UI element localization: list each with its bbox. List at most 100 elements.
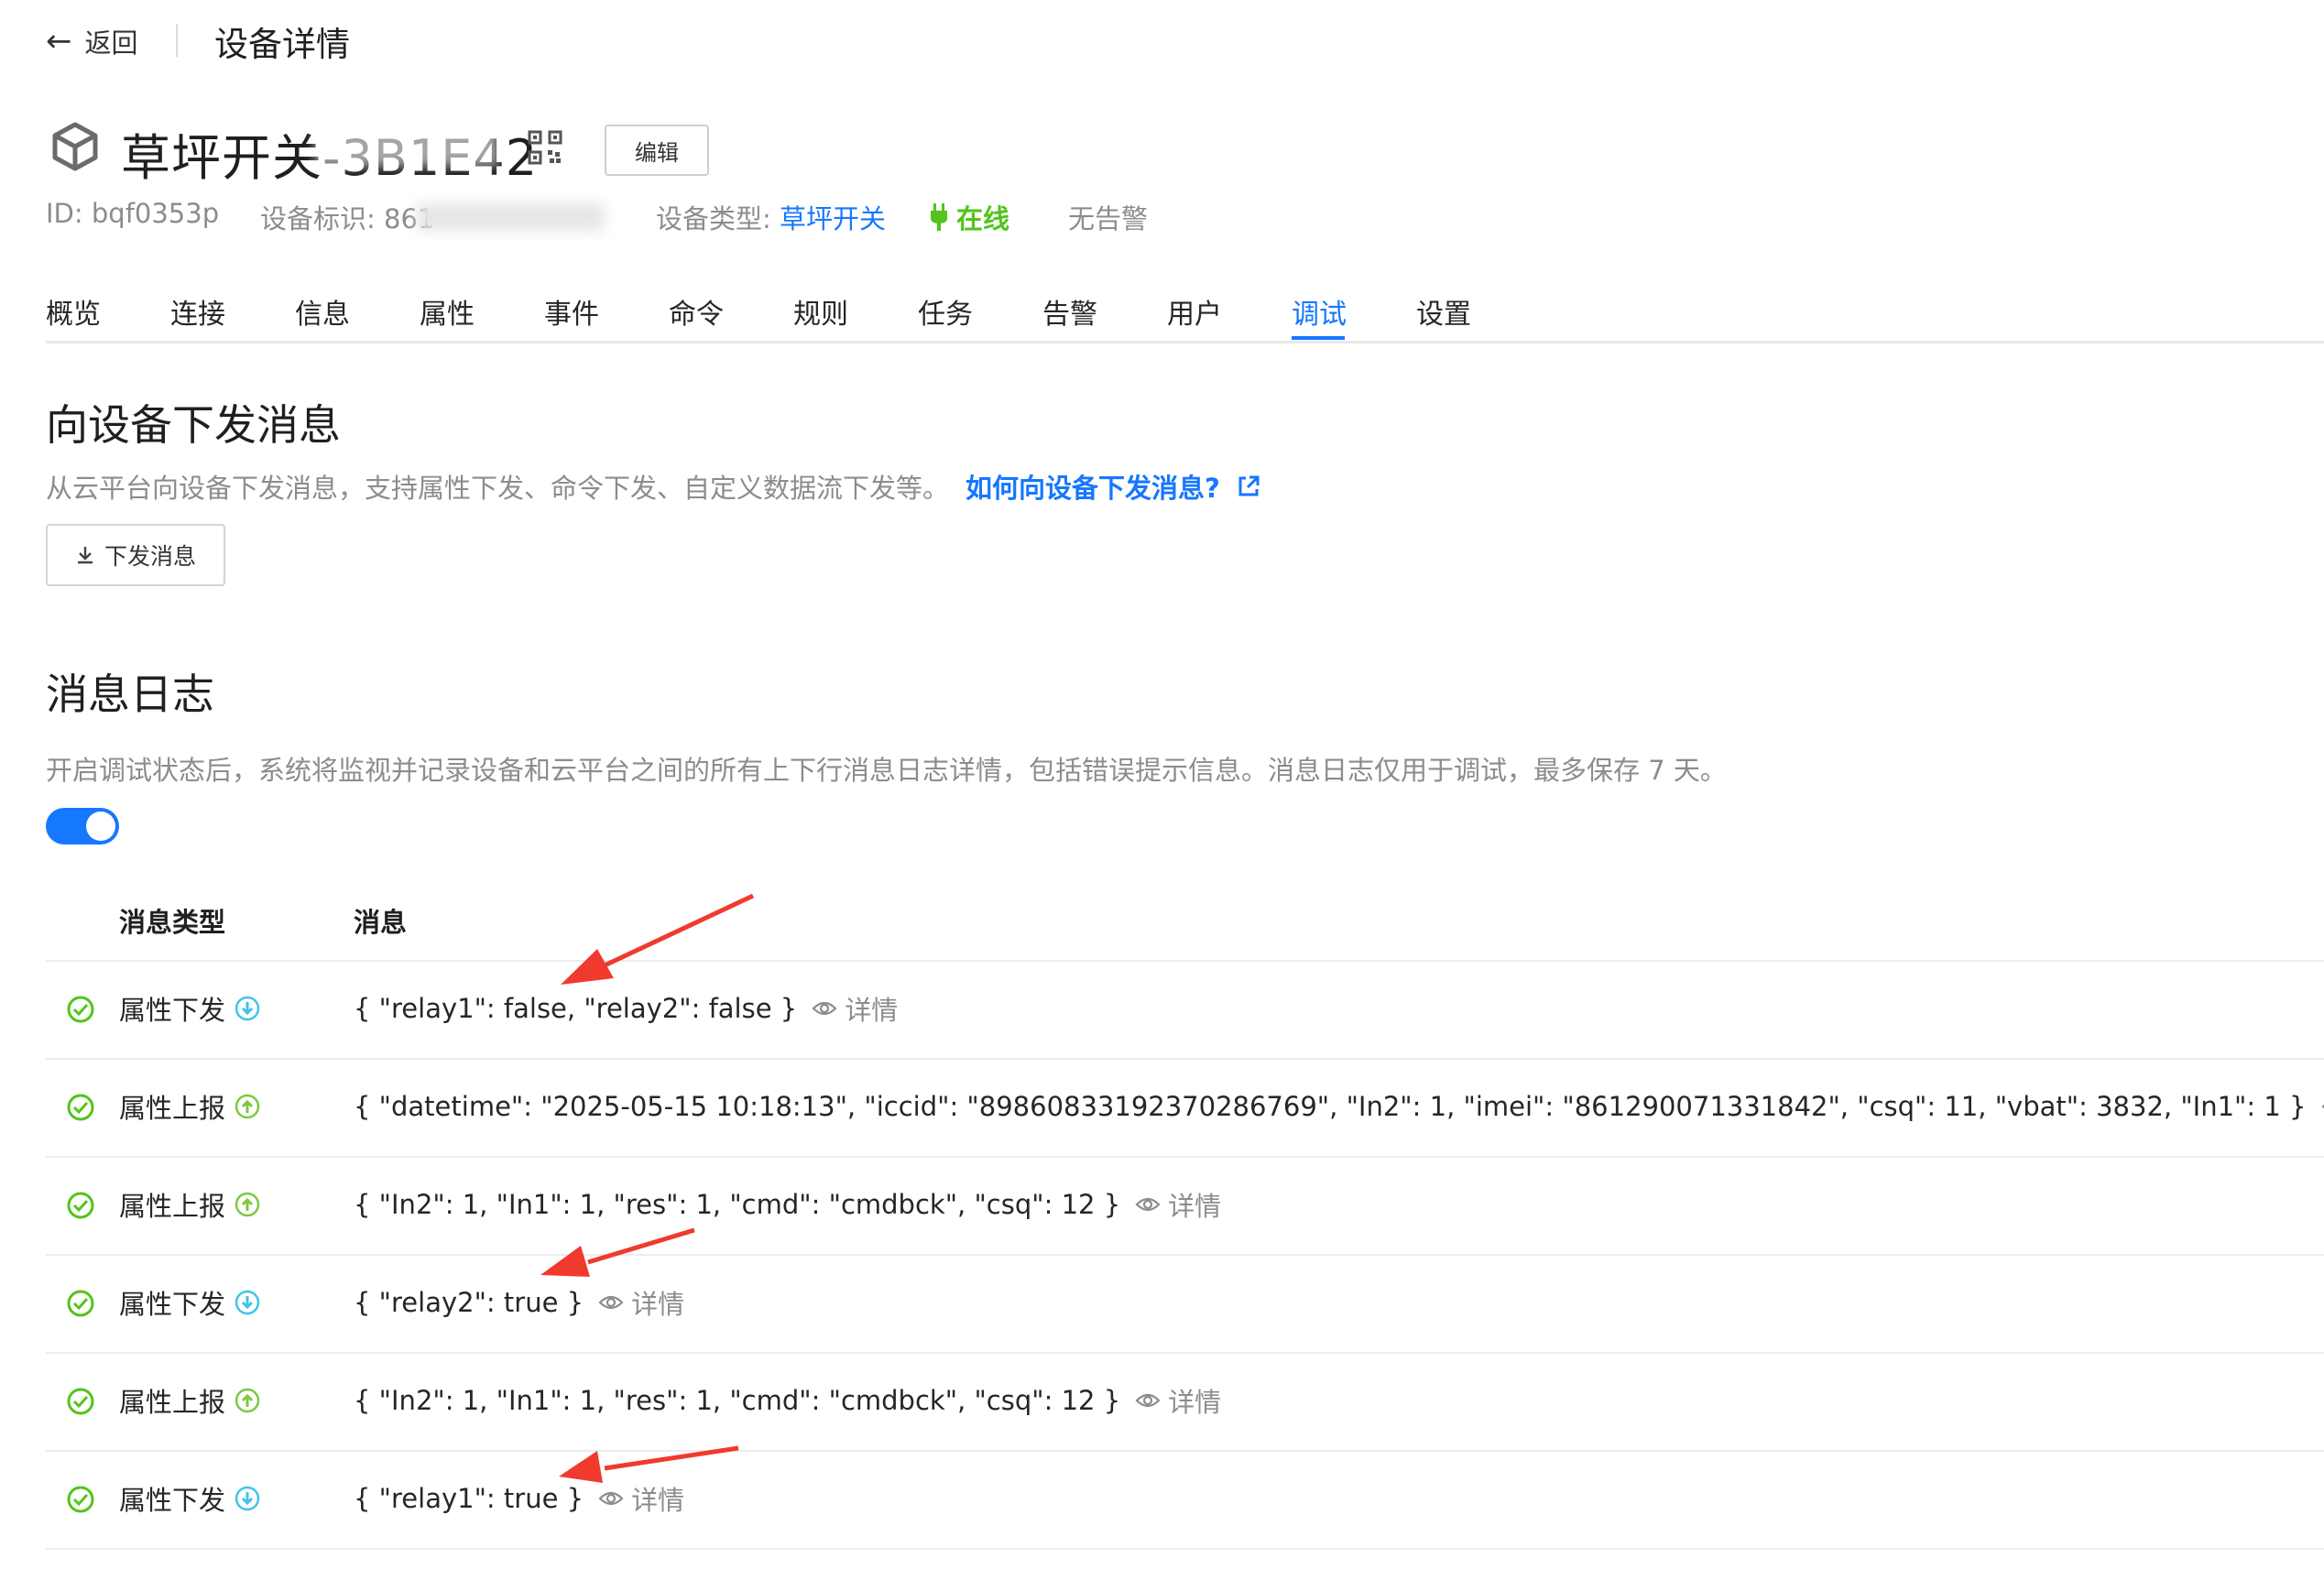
device-type: 设备类型: 草坪开关 (656, 198, 886, 236)
send-desc-text: 从云平台向设备下发消息，支持属性下发、命令下发、自定义数据流下发等。 (46, 473, 950, 504)
message-type: 属性下发 (119, 989, 260, 1028)
device-identifier: 设备标识: 861 (260, 203, 435, 234)
back-label: 返回 (84, 27, 138, 59)
message-text: { "datetime": "2025-05-15 10:18:13", "ic… (354, 1091, 2307, 1122)
tab-rules[interactable]: 规则 (793, 291, 848, 332)
message-content: { "relay2": true } 详情 (354, 1283, 684, 1322)
message-text: { "relay1": true } (354, 1483, 584, 1514)
tab-users[interactable]: 用户 (1167, 291, 1222, 332)
detail-label: 详情 (1168, 1191, 1222, 1222)
back-button[interactable]: ← 返回 (46, 22, 138, 60)
tab-settings[interactable]: 设置 (1416, 291, 1471, 332)
message-log-table: 消息类型 消息 属性下发 { "relay1": false, "relay2":… (46, 885, 2324, 1550)
detail-label: 详情 (631, 1289, 685, 1320)
message-type: 属性下发 (119, 1479, 260, 1518)
message-type-label: 属性上报 (119, 1093, 226, 1124)
table-row: 属性下发 { "relay1": true } 详情 (46, 1452, 2324, 1550)
table-row: 属性上报 { "In2": 1, "In1": 1, "res": 1, "cmd… (46, 1354, 2324, 1452)
arrow-up-circle-icon (235, 1094, 260, 1119)
eye-icon (812, 1001, 837, 1016)
arrow-up-circle-icon (235, 1388, 260, 1413)
message-type: 属性下发 (119, 1283, 260, 1322)
detail-link[interactable]: 详情 (1135, 1381, 1221, 1420)
eye-icon (598, 1295, 624, 1310)
message-type: 属性上报 (119, 1087, 260, 1126)
detail-link[interactable]: 详情 (1135, 1185, 1221, 1224)
detail-label: 详情 (1168, 1387, 1222, 1418)
detail-link[interactable]: 详情 (2320, 1087, 2324, 1126)
success-check-icon (67, 996, 94, 1023)
device-type-link[interactable]: 草坪开关 (780, 203, 886, 234)
tab-commands[interactable]: 命令 (669, 291, 724, 332)
message-content: { "datetime": "2025-05-15 10:18:13", "ic… (354, 1087, 2324, 1126)
col-message: 消息 (354, 907, 408, 938)
tab-bar: 概览 连接 信息 属性 事件 命令 规则 任务 告警 用户 调试 设置 (46, 286, 2324, 343)
detail-link[interactable]: 详情 (598, 1479, 684, 1518)
tab-overview[interactable]: 概览 (46, 291, 101, 332)
tab-events[interactable]: 事件 (544, 291, 599, 332)
message-text: { "In2": 1, "In1": 1, "res": 1, "cmd": "… (354, 1189, 1121, 1220)
detail-label: 详情 (631, 1485, 685, 1516)
status-badge: 在线 (929, 198, 1009, 236)
tab-info[interactable]: 信息 (295, 291, 350, 332)
log-section-desc: 开启调试状态后，系统将监视并记录设备和云平台之间的所有上下行消息日志详情，包括错… (46, 755, 1727, 786)
download-icon (77, 547, 93, 564)
message-type: 属性上报 (119, 1381, 260, 1420)
device-id: ID: bqf0353p (46, 198, 220, 229)
redaction-blur (315, 126, 498, 167)
page-title: 设备详情 (214, 25, 350, 64)
message-content: { "relay1": false, "relay2": false } 详情 (354, 989, 898, 1028)
log-section-title: 消息日志 (46, 670, 214, 719)
eye-icon (2320, 1104, 2324, 1109)
message-type-label: 属性上报 (119, 1387, 226, 1418)
cube-icon (52, 122, 98, 171)
success-check-icon (67, 1486, 94, 1513)
message-type: 属性上报 (119, 1185, 260, 1224)
external-link-icon[interactable] (1237, 474, 1260, 498)
device-type-prefix: 设备类型: (656, 203, 780, 234)
eye-icon (1135, 1197, 1161, 1212)
detail-label: 详情 (845, 995, 899, 1026)
send-section-desc: 从云平台向设备下发消息，支持属性下发、命令下发、自定义数据流下发等。 如何向设备… (46, 467, 1260, 506)
debug-toggle[interactable] (46, 808, 119, 844)
send-message-label: 下发消息 (104, 543, 196, 570)
eye-icon (598, 1491, 624, 1506)
detail-link[interactable]: 详情 (812, 989, 898, 1028)
edit-button[interactable]: 编辑 (605, 125, 709, 176)
arrow-down-circle-icon (235, 1290, 260, 1315)
tab-properties[interactable]: 属性 (420, 291, 475, 332)
qr-code-icon[interactable] (528, 130, 562, 165)
table-row: 属性下发 { "relay2": true } 详情 (46, 1256, 2324, 1354)
table-header: 消息类型 消息 (46, 885, 2324, 962)
success-check-icon (67, 1388, 94, 1415)
message-text: { "In2": 1, "In1": 1, "res": 1, "cmd": "… (354, 1385, 1121, 1416)
arrow-left-icon: ← (46, 23, 72, 60)
alarm-status: 无告警 (1068, 203, 1149, 234)
tab-debug[interactable]: 调试 (1292, 291, 1347, 332)
success-check-icon (67, 1192, 94, 1219)
tab-connection[interactable]: 连接 (170, 291, 225, 332)
status-text: 在线 (956, 203, 1010, 234)
plug-icon (931, 203, 947, 231)
table-row: 属性上报 { "In2": 1, "In1": 1, "res": 1, "cmd… (46, 1158, 2324, 1256)
redaction-blur (417, 203, 605, 231)
active-tab-indicator (1292, 336, 1345, 340)
success-check-icon (67, 1290, 94, 1317)
toggle-knob (86, 812, 115, 841)
message-type-label: 属性下发 (119, 995, 226, 1026)
send-message-button[interactable]: 下发消息 (46, 524, 225, 586)
help-link[interactable]: 如何向设备下发消息? (966, 467, 1220, 506)
message-text: { "relay2": true } (354, 1287, 584, 1318)
col-message-type: 消息类型 (119, 907, 226, 938)
message-type-label: 属性下发 (119, 1289, 226, 1320)
tab-tasks[interactable]: 任务 (918, 291, 973, 332)
message-type-label: 属性下发 (119, 1485, 226, 1516)
tab-alarms[interactable]: 告警 (1042, 291, 1097, 332)
table-row: 属性上报 { "datetime": "2025-05-15 10:18:13",… (46, 1060, 2324, 1158)
success-check-icon (67, 1094, 94, 1121)
message-content: { "In2": 1, "In1": 1, "res": 1, "cmd": "… (354, 1185, 1221, 1224)
arrow-down-circle-icon (235, 996, 260, 1021)
detail-link[interactable]: 详情 (598, 1283, 684, 1322)
divider (176, 24, 178, 57)
eye-icon (1135, 1393, 1161, 1408)
